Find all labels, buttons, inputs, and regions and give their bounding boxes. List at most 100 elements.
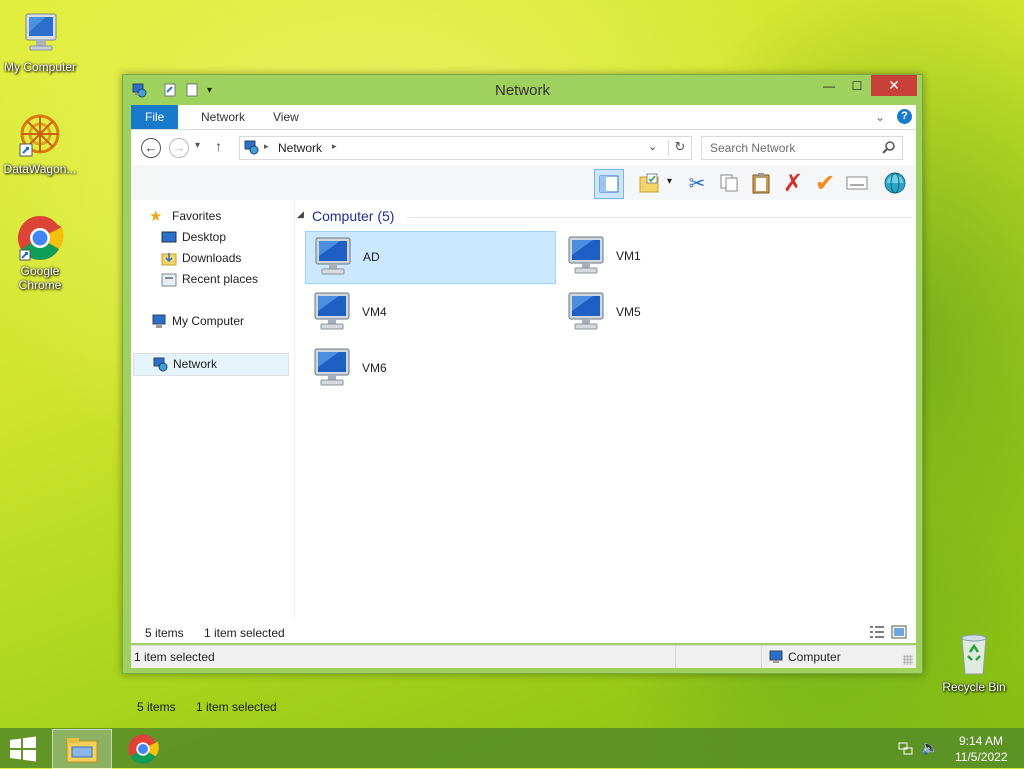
large-icons-view-icon[interactable] bbox=[891, 625, 907, 639]
back-button[interactable]: ← bbox=[141, 138, 161, 158]
maximize-button[interactable]: ☐ bbox=[843, 75, 871, 96]
item-count: 5 items bbox=[137, 700, 176, 714]
computer-item-label: AD bbox=[363, 250, 380, 264]
group-header-computer[interactable]: Computer (5) bbox=[312, 208, 394, 224]
folder-options-dropdown[interactable]: ▾ bbox=[667, 176, 672, 187]
computer-item-label: VM1 bbox=[616, 249, 641, 263]
tab-view[interactable]: View bbox=[259, 105, 313, 129]
resize-grip-icon[interactable] bbox=[903, 655, 913, 665]
ribbon-expand-icon[interactable]: ⌄ bbox=[875, 110, 885, 124]
status-divider bbox=[761, 646, 762, 668]
nav-recent-places[interactable]: Recent places bbox=[131, 269, 287, 290]
taskbar-chrome[interactable] bbox=[127, 733, 159, 765]
folder-options-icon[interactable] bbox=[636, 169, 664, 197]
computer-icon bbox=[311, 291, 357, 333]
downloads-icon bbox=[161, 251, 177, 266]
desktop-icon-recycle-bin[interactable]: Recycle Bin bbox=[934, 630, 1014, 694]
close-button[interactable]: ✕ bbox=[871, 75, 917, 96]
group-collapse-icon[interactable]: ◢ bbox=[297, 209, 304, 220]
computer-item-label: VM5 bbox=[616, 305, 641, 319]
group-header-divider bbox=[407, 217, 912, 218]
computer-item[interactable]: VM4 bbox=[305, 287, 554, 338]
nav-desktop[interactable]: Desktop bbox=[131, 227, 287, 248]
nav-network[interactable]: Network bbox=[133, 353, 289, 376]
cut-icon[interactable]: ✂ bbox=[683, 169, 711, 197]
selection-count: 1 item selected bbox=[204, 626, 285, 640]
network-tray-icon[interactable] bbox=[898, 741, 914, 757]
network-globe-icon[interactable] bbox=[881, 169, 909, 197]
tab-network[interactable]: Network bbox=[187, 105, 259, 129]
desktop-icon bbox=[161, 230, 177, 245]
properties-icon[interactable] bbox=[843, 169, 871, 197]
desktop-icon-datawagon[interactable]: DataWagon... bbox=[0, 112, 80, 176]
desktop-icon-label: My Computer bbox=[3, 60, 77, 74]
nav-downloads[interactable]: Downloads bbox=[131, 248, 287, 269]
breadcrumb-separator-icon[interactable]: ▸ bbox=[332, 141, 337, 152]
computer-item-label: VM6 bbox=[362, 361, 387, 375]
nav-favorites[interactable]: ★ Favorites bbox=[131, 206, 287, 227]
preview-pane-button[interactable] bbox=[594, 169, 624, 199]
computer-item[interactable]: AD bbox=[305, 231, 556, 284]
details-view-icon[interactable] bbox=[869, 625, 885, 639]
delete-icon[interactable]: ✗ bbox=[779, 169, 807, 197]
computer-icon bbox=[565, 291, 611, 333]
up-button[interactable]: ↑ bbox=[215, 138, 222, 154]
breadcrumb-network[interactable]: Network bbox=[278, 141, 322, 155]
command-toolbar: ▾ ✂ ✗ ✔ bbox=[131, 165, 916, 200]
taskbar: 🔈 9:14 AM 11/5/2022 bbox=[0, 728, 1024, 769]
address-row: ← → ▾ ↑ ▸ Network ▸ ⌄ ↻ Search Network bbox=[131, 130, 916, 165]
computer-icon bbox=[311, 347, 357, 389]
nav-my-computer[interactable]: My Computer bbox=[131, 311, 287, 332]
status-selection: 1 item selected bbox=[134, 650, 215, 664]
refresh-button[interactable]: ↻ bbox=[668, 139, 691, 157]
start-button[interactable] bbox=[8, 736, 38, 762]
title-bar[interactable]: ▾ Network — ☐ ✕ bbox=[123, 75, 922, 105]
status-zone: Computer bbox=[788, 650, 841, 664]
recent-places-icon bbox=[161, 272, 177, 287]
nav-my-computer-label: My Computer bbox=[172, 314, 245, 328]
selection-count: 1 item selected bbox=[196, 700, 277, 714]
forward-button[interactable]: → bbox=[169, 138, 189, 158]
navigation-pane: ★ Favorites Desktop Downloads Recent pla… bbox=[131, 200, 295, 618]
item-count: 5 items bbox=[145, 626, 184, 640]
paste-icon[interactable] bbox=[747, 169, 775, 197]
nav-favorites-label: Favorites bbox=[172, 209, 222, 223]
status-bar: 1 item selected Computer bbox=[131, 645, 916, 668]
computer-icon bbox=[16, 10, 64, 58]
network-icon bbox=[152, 357, 168, 372]
explorer-window: ▾ Network — ☐ ✕ File Network View ⌄ ? ← … bbox=[122, 74, 923, 714]
datawagon-icon bbox=[16, 112, 64, 160]
computer-icon bbox=[768, 650, 784, 664]
network-icon bbox=[243, 140, 259, 155]
help-icon[interactable]: ? bbox=[897, 109, 912, 124]
desktop-icon-chrome[interactable]: Google Chrome bbox=[0, 214, 80, 292]
address-history-dropdown[interactable]: ⌄ bbox=[648, 140, 657, 153]
computer-item[interactable]: VM1 bbox=[559, 231, 808, 282]
minimize-button[interactable]: — bbox=[815, 75, 843, 96]
computer-item[interactable]: VM6 bbox=[305, 343, 554, 394]
clock-time[interactable]: 9:14 AM bbox=[959, 734, 1003, 748]
tab-file[interactable]: File bbox=[131, 105, 179, 129]
search-input[interactable]: Search Network bbox=[701, 136, 903, 160]
nav-downloads-label: Downloads bbox=[182, 251, 242, 265]
breadcrumb-separator-icon[interactable]: ▸ bbox=[264, 141, 269, 152]
computer-icon bbox=[151, 314, 167, 329]
search-icon[interactable] bbox=[882, 140, 896, 154]
status-divider bbox=[675, 646, 676, 668]
address-bar[interactable]: ▸ Network ▸ ⌄ ↻ bbox=[239, 136, 692, 160]
desktop-icon-my-computer[interactable]: My Computer bbox=[0, 10, 80, 74]
clock-date[interactable]: 11/5/2022 bbox=[955, 750, 1008, 764]
nav-network-label: Network bbox=[173, 357, 218, 371]
desktop-icon-label: Recycle Bin bbox=[942, 680, 1006, 694]
volume-icon[interactable]: 🔈 bbox=[921, 739, 938, 756]
recent-locations-dropdown[interactable]: ▾ bbox=[195, 140, 200, 151]
rename-icon[interactable]: ✔ bbox=[811, 169, 839, 197]
computer-icon bbox=[312, 236, 358, 278]
taskbar-file-explorer[interactable] bbox=[52, 729, 112, 769]
desktop-icon-label: DataWagon... bbox=[3, 162, 77, 176]
folder-icon bbox=[66, 735, 98, 763]
content-area: ★ Favorites Desktop Downloads Recent pla… bbox=[131, 200, 916, 714]
computer-item[interactable]: VM5 bbox=[559, 287, 808, 338]
nav-desktop-label: Desktop bbox=[182, 230, 227, 244]
copy-icon[interactable] bbox=[715, 169, 743, 197]
